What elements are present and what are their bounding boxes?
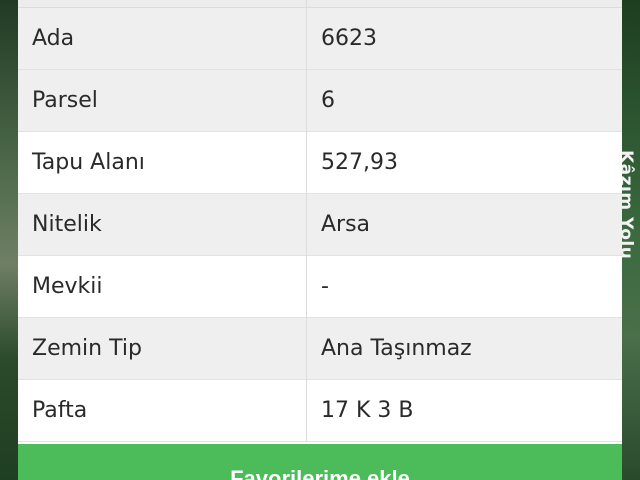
- row-label: Tapu Alanı: [32, 150, 145, 175]
- row-label: Parsel: [32, 88, 98, 113]
- column-divider: [306, 194, 307, 256]
- add-to-favorites-label: Favorilerime ekle: [230, 466, 410, 480]
- add-to-favorites-button[interactable]: Favorilerime ekle: [18, 444, 622, 480]
- previous-row-edge: [18, 0, 622, 8]
- map-street-label-text: Kâzım Yolu: [622, 150, 636, 260]
- table-row-tapu-alani: Tapu Alanı 527,93: [18, 132, 622, 194]
- column-divider: [306, 256, 307, 318]
- row-value: Ana Taşınmaz: [321, 336, 472, 361]
- row-label: Mevkii: [32, 274, 103, 299]
- table-row-zemin-tip: Zemin Tip Ana Taşınmaz: [18, 318, 622, 380]
- column-divider: [306, 8, 307, 70]
- map-background[interactable]: Kâzım Yolu Ada 6623 Parsel 6 Tapu Alanı …: [0, 0, 640, 480]
- column-divider: [306, 318, 307, 380]
- table-row-parsel: Parsel 6: [18, 70, 622, 132]
- row-value: -: [321, 274, 329, 299]
- row-label: Pafta: [32, 398, 88, 423]
- table-row-pafta: Pafta 17 K 3 B: [18, 380, 622, 442]
- table-row-ada: Ada 6623: [18, 8, 622, 70]
- row-value: 527,93: [321, 150, 398, 175]
- row-label: Zemin Tip: [32, 336, 142, 361]
- map-street-label: Kâzım Yolu: [622, 150, 640, 270]
- map-edge-left: [0, 0, 18, 480]
- table-row-nitelik: Nitelik Arsa: [18, 194, 622, 256]
- column-divider: [306, 132, 307, 194]
- column-divider: [306, 380, 307, 442]
- row-label: Nitelik: [32, 212, 102, 237]
- row-value: Arsa: [321, 212, 371, 237]
- parcel-info-card: Ada 6623 Parsel 6 Tapu Alanı 527,93 Nite…: [18, 0, 622, 480]
- column-divider: [306, 70, 307, 132]
- row-value: 6623: [321, 26, 377, 51]
- column-divider: [306, 0, 307, 7]
- table-row-mevkii: Mevkii -: [18, 256, 622, 318]
- row-value: 6: [321, 88, 335, 113]
- row-label: Ada: [32, 26, 75, 51]
- row-value: 17 K 3 B: [321, 398, 414, 423]
